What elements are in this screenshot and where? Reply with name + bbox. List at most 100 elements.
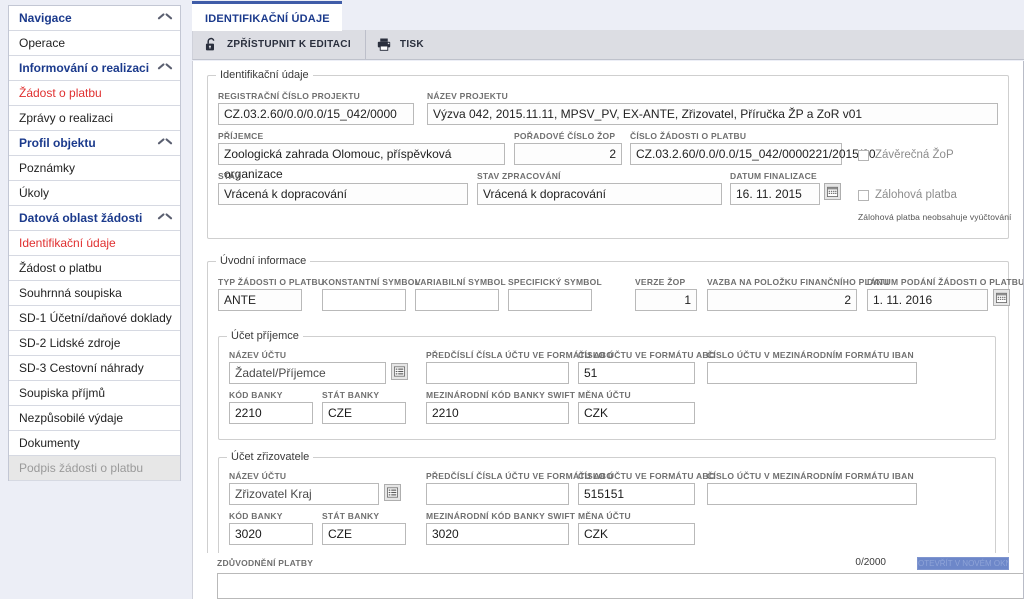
prijemce-nazev-uctu-input[interactable]: Žadatel/Příjemce (229, 362, 386, 384)
chevron-up-icon[interactable] (158, 138, 172, 148)
registracni-cislo-projektu-input[interactable]: CZ.03.2.60/0.0/0.0/15_042/0000 (218, 103, 414, 125)
sidebar-item-2[interactable]: Informování o realizaci (9, 56, 180, 81)
zrizovatel-stat-banky-input[interactable]: CZE (322, 523, 406, 545)
zalohova-platba-checkbox[interactable] (858, 189, 869, 201)
field-zrizovatel-cislo-uctu-abo-label: ČÍSLO ÚČTU VE FORMÁTU ABO (578, 471, 716, 481)
zaverecna-zop-checkbox[interactable] (858, 149, 869, 161)
konstantni-symbol-input[interactable] (322, 289, 406, 311)
field-zrizovatel-nazev-uctu-label: NÁZEV ÚČTU (229, 471, 287, 481)
zduvodneni-platby-textarea[interactable] (217, 573, 1023, 599)
sidebar-item-9[interactable]: Identifikační údaje (9, 231, 180, 256)
sidebar-item-label: Žádost o platbu (19, 86, 102, 100)
field-prijemce-kod-banky: KÓD BANKY 2210 (229, 390, 313, 424)
zrizovatel-nazev-uctu-list-button[interactable] (384, 484, 401, 501)
zrizovatel-kod-banky-input[interactable]: 3020 (229, 523, 313, 545)
open-in-new-window-button[interactable]: OTEVŘÍT V NOVÉM OKNĚ (917, 557, 1009, 570)
zrizovatel-mena-uctu-input[interactable]: CZK (578, 523, 695, 545)
field-verze-zop-label: VERZE ŽOP (635, 277, 686, 287)
field-zrizovatel-mena-uctu: MĚNA ÚČTU CZK (578, 511, 695, 545)
sidebar-item-6[interactable]: Poznámky (9, 156, 180, 181)
print-label: TISK (399, 39, 424, 50)
datum-finalizace-calendar-button[interactable] (824, 183, 841, 200)
sidebar-item-10[interactable]: Žádost o platbu (9, 256, 180, 281)
nazev-projektu-input[interactable]: Výzva 042, 2015.11.11, MPSV_PV, EX-ANTE,… (427, 103, 998, 125)
prijemce-kod-banky-input[interactable]: 2210 (229, 402, 313, 424)
chevron-up-icon[interactable] (158, 213, 172, 223)
prijemce-predcisli-abo-input[interactable] (426, 362, 569, 384)
unlock-for-editing-button[interactable]: ZPŘÍSTUPNIT K EDITACI (193, 30, 366, 59)
sidebar-item-11[interactable]: Souhrnná soupiska (9, 281, 180, 306)
sidebar-item-3[interactable]: Žádost o platbu (9, 81, 180, 106)
sidebar-item-4[interactable]: Zprávy o realizaci (9, 106, 180, 131)
cislo-zadosti-o-platbu-input[interactable]: CZ.03.2.60/0.0/0.0/15_042/0000221/2015/0… (630, 143, 876, 165)
prijemce-swift-input[interactable]: 2210 (426, 402, 569, 424)
chevron-up-icon[interactable] (158, 13, 172, 23)
field-stav-zpracovani-label: STAV ZPRACOVÁNÍ (477, 171, 561, 181)
prijemce-mena-uctu-input[interactable]: CZK (578, 402, 695, 424)
sidebar-item-13[interactable]: SD-2 Lidské zdroje (9, 331, 180, 356)
checkbox-zalohova-platba[interactable]: Zálohová platba (858, 189, 957, 201)
zrizovatel-swift-input[interactable]: 3020 (426, 523, 569, 545)
datum-podani-zadosti-o-platbu-input[interactable]: 1. 11. 2016 (867, 289, 988, 311)
chevron-up-icon[interactable] (158, 63, 172, 73)
sidebar-item-label: Zprávy o realizaci (19, 111, 114, 125)
sidebar-item-18: Podpis žádosti o platbu (9, 456, 180, 481)
sidebar-item-17[interactable]: Dokumenty (9, 431, 180, 456)
field-verze-zop: VERZE ŽOP 1 (635, 277, 697, 311)
stav-zpracovani-input[interactable]: Vrácená k dopracování (477, 183, 722, 205)
sidebar-item-label: Informování o realizaci (19, 61, 150, 75)
tab-identifikacni-udaje[interactable]: IDENTIFIKAČNÍ ÚDAJE (192, 1, 342, 31)
field-prijemce-cislo-uctu-abo-label: ČÍSLO ÚČTU VE FORMÁTU ABO (578, 350, 716, 360)
vazba-na-polozku-financniho-planu-input[interactable]: 2 (707, 289, 857, 311)
prijemce-stat-banky-input[interactable]: CZE (322, 402, 406, 424)
sidebar-item-0[interactable]: Navigace (9, 6, 180, 31)
form-toolbar: ZPŘÍSTUPNIT K EDITACI TISK (192, 30, 1024, 60)
section-ucet-zrizovatele: Účet zřizovatele NÁZEV ÚČTU Zřizovatel K… (218, 451, 996, 561)
sidebar-item-label: Dokumenty (19, 436, 80, 450)
sidebar-item-15[interactable]: Soupiska příjmů (9, 381, 180, 406)
sidebar-item-12[interactable]: SD-1 Účetní/daňové doklady (9, 306, 180, 331)
field-prijemce: PŘÍJEMCE Zoologická zahrada Olomouc, pří… (218, 131, 505, 181)
calendar-icon (827, 186, 838, 197)
sidebar-item-label: Souhrnná soupiska (19, 286, 122, 300)
variabilni-symbol-input[interactable] (415, 289, 499, 311)
sidebar-item-5[interactable]: Profil objektu (9, 131, 180, 156)
section-ucet-prijemce: Účet příjemce NÁZEV ÚČTU Žadatel/Příjemc… (218, 330, 996, 440)
field-zrizovatel-mena-uctu-label: MĚNA ÚČTU (578, 511, 631, 521)
sidebar-item-8[interactable]: Datová oblast žádosti (9, 206, 180, 231)
poradove-cislo-zop-input[interactable]: 2 (514, 143, 622, 165)
sidebar-item-label: Soupiska příjmů (19, 386, 106, 400)
sidebar-item-14[interactable]: SD-3 Cestovní náhrady (9, 356, 180, 381)
field-cislo-zadosti-o-platbu: ČÍSLO ŽÁDOSTI O PLATBU CZ.03.2.60/0.0/0.… (630, 131, 876, 165)
field-typ-zadosti-o-platbu-label: TYP ŽÁDOSTI O PLATBU (218, 277, 325, 287)
prijemce-iban-input[interactable] (707, 362, 917, 384)
form-canvas: Identifikační údaje REGISTRAČNÍ ČÍSLO PR… (193, 61, 1023, 599)
print-button[interactable]: TISK (366, 30, 438, 59)
field-konstantni-symbol-label: KONSTANTNÍ SYMBOL (322, 277, 421, 287)
zrizovatel-cislo-uctu-abo-input[interactable]: 515151 (578, 483, 695, 505)
prijemce-input[interactable]: Zoologická zahrada Olomouc, příspěvková … (218, 143, 505, 181)
sidebar-item-7[interactable]: Úkoly (9, 181, 180, 206)
sidebar-item-1[interactable]: Operace (9, 31, 180, 56)
checkbox-zaverecna-zop[interactable]: Závěrečná ŽoP (858, 149, 954, 161)
stav-input[interactable]: Vrácená k dopracování (218, 183, 468, 205)
field-prijemce-nazev-uctu: NÁZEV ÚČTU Žadatel/Příjemce (229, 350, 386, 384)
field-prijemce-swift-label: MEZINÁRODNÍ KÓD BANKY SWIFT (426, 390, 576, 400)
typ-zadosti-o-platbu-input[interactable]: ANTE (218, 289, 302, 311)
datum-podani-calendar-button[interactable] (993, 289, 1010, 306)
prijemce-cislo-uctu-abo-input[interactable]: 51 (578, 362, 695, 384)
zrizovatel-iban-input[interactable] (707, 483, 917, 505)
field-prijemce-nazev-uctu-label: NÁZEV ÚČTU (229, 350, 287, 360)
specificky-symbol-input[interactable] (508, 289, 592, 311)
sidebar-item-16[interactable]: Nezpůsobilé výdaje (9, 406, 180, 431)
prijemce-nazev-uctu-list-button[interactable] (391, 363, 408, 380)
field-prijemce-iban: ČÍSLO ÚČTU V MEZINÁRODNÍM FORMÁTU IBAN (707, 350, 917, 384)
field-prijemce-predcisli-abo: PŘEDČÍSLÍ ČÍSLA ÚČTU VE FORMÁTU ABO (426, 350, 614, 384)
datum-finalizace-input[interactable]: 16. 11. 2015 (730, 183, 820, 205)
field-prijemce-predcisli-abo-label: PŘEDČÍSLÍ ČÍSLA ÚČTU VE FORMÁTU ABO (426, 350, 614, 360)
zrizovatel-predcisli-abo-input[interactable] (426, 483, 569, 505)
section-uvodni-informace: Úvodní informace TYP ŽÁDOSTI O PLATBU AN… (207, 255, 1023, 565)
field-zrizovatel-swift: MEZINÁRODNÍ KÓD BANKY SWIFT 3020 (426, 511, 575, 545)
zrizovatel-nazev-uctu-input[interactable]: Zřizovatel Kraj (229, 483, 379, 505)
verze-zop-input[interactable]: 1 (635, 289, 697, 311)
